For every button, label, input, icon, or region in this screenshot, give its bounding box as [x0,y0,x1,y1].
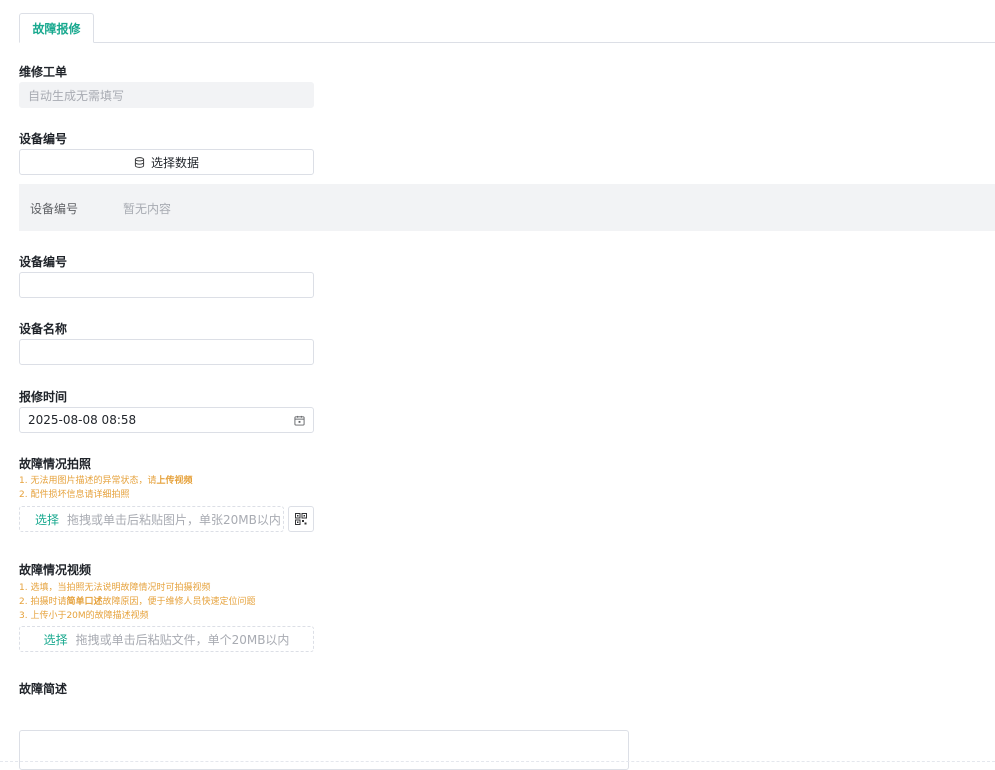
description-textarea[interactable] [19,730,629,770]
photo-hint-1-text: 1. 无法用图片描述的异常状态，请 [19,476,157,486]
work-order-placeholder: 自动生成无需填写 [28,88,125,103]
description-label: 故障简述 [19,682,68,696]
calendar-icon[interactable] [294,415,305,426]
video-hint-3: 3. 上传小于20M的故障描述视频 [19,611,149,621]
device-select-label: 设备编号 [19,132,68,146]
device-no-label: 设备编号 [19,255,68,269]
video-hint-1: 1. 选填，当拍照无法说明故障情况时可拍摄视频 [19,583,211,593]
photo-label: 故障情况拍照 [19,457,92,471]
selected-device-panel: 设备编号 暂无内容 [19,184,995,231]
device-name-input[interactable] [19,339,314,365]
device-no-input[interactable] [19,272,314,298]
panel-key: 设备编号 [30,202,79,216]
photo-pick-link[interactable]: 选择 [35,511,59,528]
video-drop-text: 拖拽或单击后粘贴文件，单个20MB以内 [75,632,290,647]
report-time-value: 2025-08-08 08:58 [28,413,137,427]
video-hint-2-bold: 简单口述 [66,597,103,607]
photo-upload-area[interactable]: 选择 拖拽或单击后粘贴图片，单张20MB以内 [19,506,284,532]
tab-divider [94,42,995,43]
video-hint-2-prefix: 2. 拍摄时请 [19,597,67,607]
video-label: 故障情况视频 [19,563,92,577]
video-hint-2-suffix: 故障原因，便于维修人员快速定位问题 [102,597,256,607]
photo-hint-1-bold: 上传视频 [156,476,193,486]
bottom-divider [0,761,995,762]
photo-hint-1: 1. 无法用图片描述的异常状态，请上传视频 [19,474,192,488]
select-data-label: 选择数据 [150,155,199,170]
tab-bar: 故障报修 [0,0,995,43]
tab-fault-report[interactable]: 故障报修 [19,13,94,43]
video-upload-area[interactable]: 选择 拖拽或单击后粘贴文件，单个20MB以内 [19,626,314,652]
video-pick-link[interactable]: 选择 [44,631,68,648]
report-time-picker[interactable]: 2025-08-08 08:58 [19,407,314,433]
work-order-input: 自动生成无需填写 [19,82,314,108]
select-data-button[interactable]: 选择数据 [19,149,314,175]
database-icon [134,156,145,168]
work-order-label: 维修工单 [19,65,68,79]
report-time-label: 报修时间 [19,390,68,404]
qr-code-button[interactable] [288,506,314,532]
photo-drop-text: 拖拽或单击后粘贴图片，单张20MB以内 [67,512,281,527]
video-hint-2: 2. 拍摄时请简单口述故障原因，便于维修人员快速定位问题 [19,595,255,609]
photo-hint-2: 2. 配件损坏信息请详细拍照 [19,490,130,500]
qr-code-icon [295,513,307,525]
panel-empty-text: 暂无内容 [123,202,172,216]
device-name-label: 设备名称 [19,322,68,336]
